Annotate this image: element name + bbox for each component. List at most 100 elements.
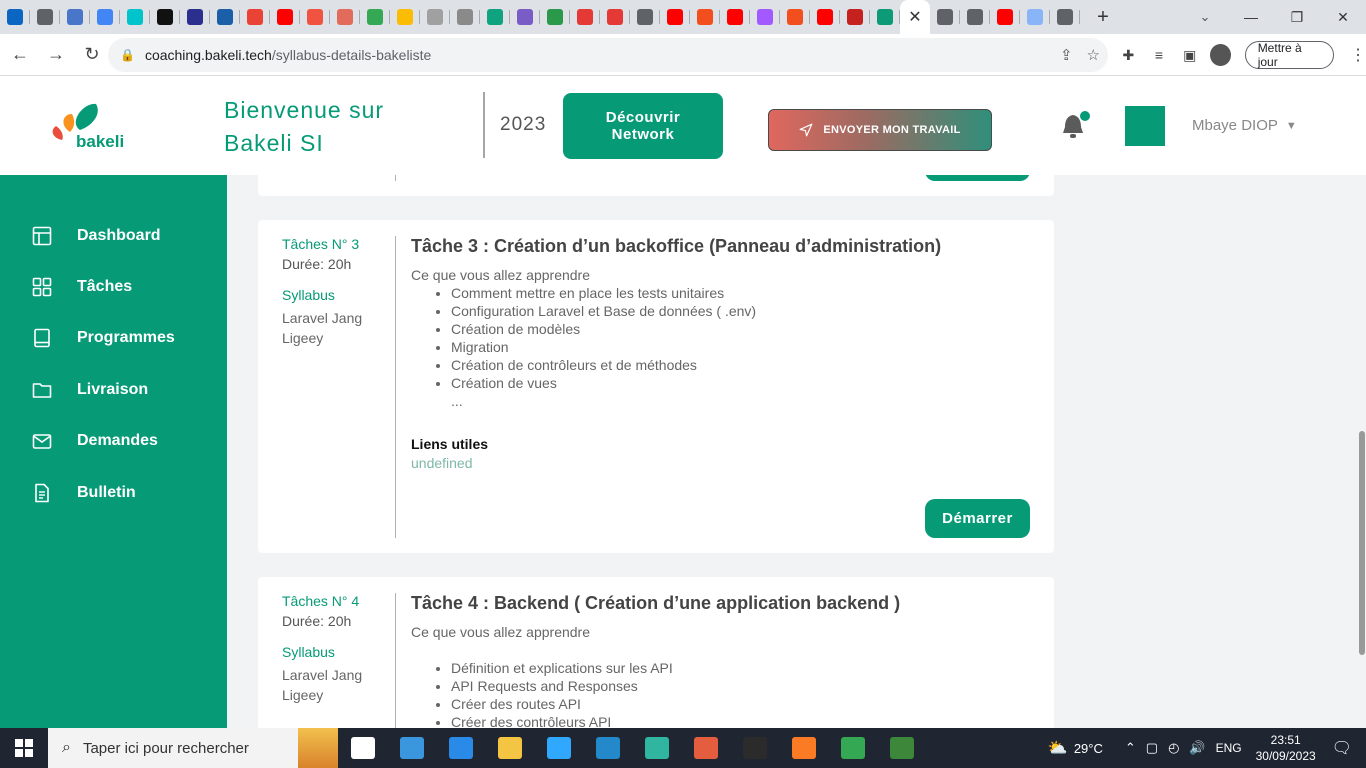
canva-tab-icon[interactable] [120,0,150,34]
back-button[interactable]: ← [4,39,36,71]
useful-links-value[interactable]: undefined [411,454,941,472]
youtube-tab-icon[interactable] [270,0,300,34]
download-favicon-icon [607,9,623,25]
network-icon[interactable]: ◴ [1168,740,1179,756]
notification-center-icon[interactable]: 🗨 [1332,738,1352,758]
youtube-tab-icon-3[interactable] [720,0,750,34]
tab-icon-15[interactable] [420,0,450,34]
git-icon-glyph [693,737,718,759]
volume-icon[interactable]: 🔊 [1189,740,1205,756]
laravel-favicon-icon [307,9,323,25]
user-menu[interactable]: Mbaye DIOP ▼ [1192,117,1297,134]
gmail-tab-icon[interactable] [240,0,270,34]
figma-tab-icon-2[interactable] [750,0,780,34]
tab-icon-15-favicon-icon [427,9,443,25]
avatar[interactable] [1125,106,1165,146]
task-view-icon[interactable] [338,728,387,768]
restore-button[interactable]: ❐ [1274,0,1320,34]
globe-tab-icon-3[interactable] [1050,0,1080,34]
reload-button[interactable]: ↻ [76,39,108,71]
sidebar-item-programmes[interactable]: Programmes [32,328,175,348]
store-icon[interactable] [387,728,436,768]
drive-tab-icon-2[interactable] [390,0,420,34]
active-tab-close-button[interactable]: ✕ [900,0,930,34]
address-bar[interactable]: 🔒 coaching.bakeli.tech/syllabus-details-… [108,38,1108,72]
chatgpt-tab-icon[interactable] [480,0,510,34]
tab-icon-35[interactable] [1020,0,1050,34]
edge-icon[interactable] [632,728,681,768]
profile-avatar[interactable] [1210,44,1231,66]
forward-button[interactable]: → [40,39,72,71]
git-icon[interactable] [681,728,730,768]
audio-tab-icon[interactable] [930,0,960,34]
windows-start-button[interactable] [0,728,48,768]
mail-app-icon-glyph [448,737,473,759]
audio-favicon-icon [937,9,953,25]
bookmark-star-icon[interactable]: ☆ [1087,46,1100,64]
file-explorer-icon[interactable] [485,728,534,768]
bakeli-tab-icon[interactable] [870,0,900,34]
sidebar-item-demandes[interactable]: Demandes [32,431,158,451]
weather-temp[interactable]: 29°C [1074,741,1103,756]
taskbar-search[interactable]: ⌕ Taper ici pour rechercher [48,728,338,768]
notion-tab-icon[interactable] [540,0,570,34]
minimize-button[interactable]: — [1228,0,1274,34]
drive-tab-icon[interactable] [360,0,390,34]
list-item: API Requests and Responses [451,677,900,695]
language-indicator[interactable]: ENG [1216,741,1242,755]
mail-app-icon[interactable] [436,728,485,768]
globe-tab-icon-2[interactable] [960,0,990,34]
sidebar-item-livraison[interactable]: Livraison [32,380,148,400]
page-scrollbar[interactable] [1359,431,1365,655]
send-work-button[interactable]: ENVOYER MON TRAVAIL [768,109,992,151]
extensions-icon[interactable]: ✚ [1118,44,1139,66]
tab-search-icon[interactable]: ⌄ [1194,0,1216,34]
sidebar-item-dashboard[interactable]: Dashboard [32,226,161,246]
clock[interactable]: 23:51 30/09/2023 [1256,732,1316,764]
figma-tab-icon-3[interactable] [780,0,810,34]
menu-kebab-icon[interactable]: ⋮ [1350,45,1366,65]
close-window-button[interactable]: ✕ [1320,0,1366,34]
node-icon[interactable] [877,728,926,768]
download-tab-icon-2[interactable] [600,0,630,34]
bakeli-logo[interactable]: bakeli [46,100,136,156]
youtube-tab-icon-4[interactable] [810,0,840,34]
tab-icon-18[interactable] [510,0,540,34]
notification-bell-icon[interactable] [1060,111,1090,141]
tab-icon-16[interactable] [450,0,480,34]
share-icon[interactable]: ⇪ [1060,46,1073,64]
xampp-icon[interactable] [779,728,828,768]
discover-network-button[interactable]: Découvrir Network [563,93,723,159]
tab-icon-7[interactable] [180,0,210,34]
tiktok-tab-icon[interactable] [150,0,180,34]
new-tab-button[interactable]: + [1088,0,1118,34]
gmail-tab-icon-2[interactable] [840,0,870,34]
side-panel-icon[interactable]: ▣ [1179,44,1200,66]
tab-icon-3[interactable] [60,0,90,34]
youtube-tab-icon-2[interactable] [660,0,690,34]
globe-tab-icon[interactable] [630,0,660,34]
youtube-tab-icon-5[interactable] [990,0,1020,34]
sidebar-item-taches[interactable]: Tâches [32,277,132,297]
sidebar-item-bulletin[interactable]: Bulletin [32,483,136,503]
vscode-icon[interactable] [583,728,632,768]
google-tab-icon[interactable] [90,0,120,34]
chrome-icon[interactable] [828,728,877,768]
linkedin-tab-icon[interactable] [0,0,30,34]
linkedin-favicon-icon [7,9,23,25]
media-control-icon[interactable]: ≡ [1149,44,1170,66]
welcome-line-1: Bienvenue sur [224,97,385,123]
tray-chevron-icon[interactable]: ⌃ [1125,740,1136,756]
tab-icon-12[interactable] [330,0,360,34]
meet-now-icon[interactable]: ▢ [1146,740,1158,756]
figma-tab-icon[interactable] [690,0,720,34]
wfp-tab-icon[interactable] [210,0,240,34]
download-tab-icon[interactable] [570,0,600,34]
tab-icon-2[interactable] [30,0,60,34]
terminal-icon[interactable] [730,728,779,768]
update-button[interactable]: Mettre à jour [1244,41,1334,69]
start-button[interactable]: Démarrer [925,499,1030,538]
laravel-tab-icon[interactable] [300,0,330,34]
photoshop-icon[interactable] [534,728,583,768]
tab-icon-3-favicon-icon [67,9,83,25]
